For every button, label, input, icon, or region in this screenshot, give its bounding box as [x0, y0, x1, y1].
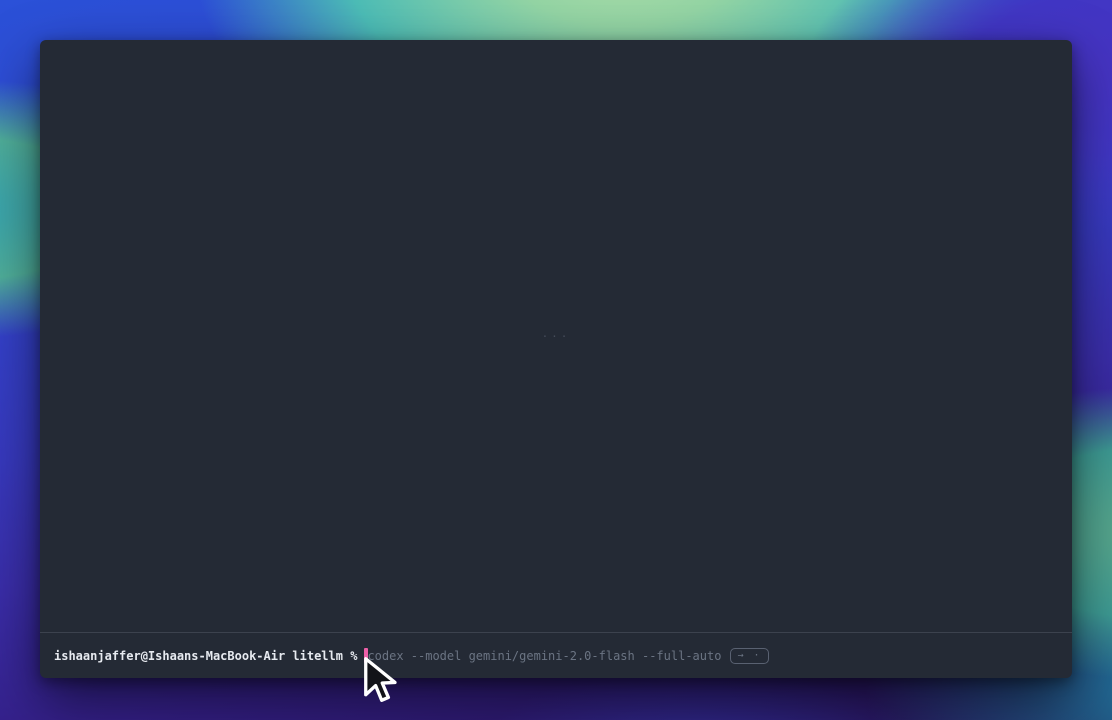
terminal-ellipsis-text: ··· [542, 330, 571, 343]
terminal-window[interactable]: ··· ishaanjaffer@Ishaans-MacBook-Air lit… [40, 40, 1072, 678]
desktop-screen: ··· ishaanjaffer@Ishaans-MacBook-Air lit… [0, 0, 1112, 720]
tab-accept-hint-icon: → · [730, 648, 768, 664]
terminal-scrollback[interactable]: ··· [40, 40, 1072, 632]
autosuggestion-text: codex --model gemini/gemini-2.0-flash --… [367, 648, 721, 664]
terminal-command-line[interactable]: ishaanjaffer@Ishaans-MacBook-Air litellm… [40, 632, 1072, 678]
shell-prompt: ishaanjaffer@Ishaans-MacBook-Air litellm… [54, 648, 357, 664]
